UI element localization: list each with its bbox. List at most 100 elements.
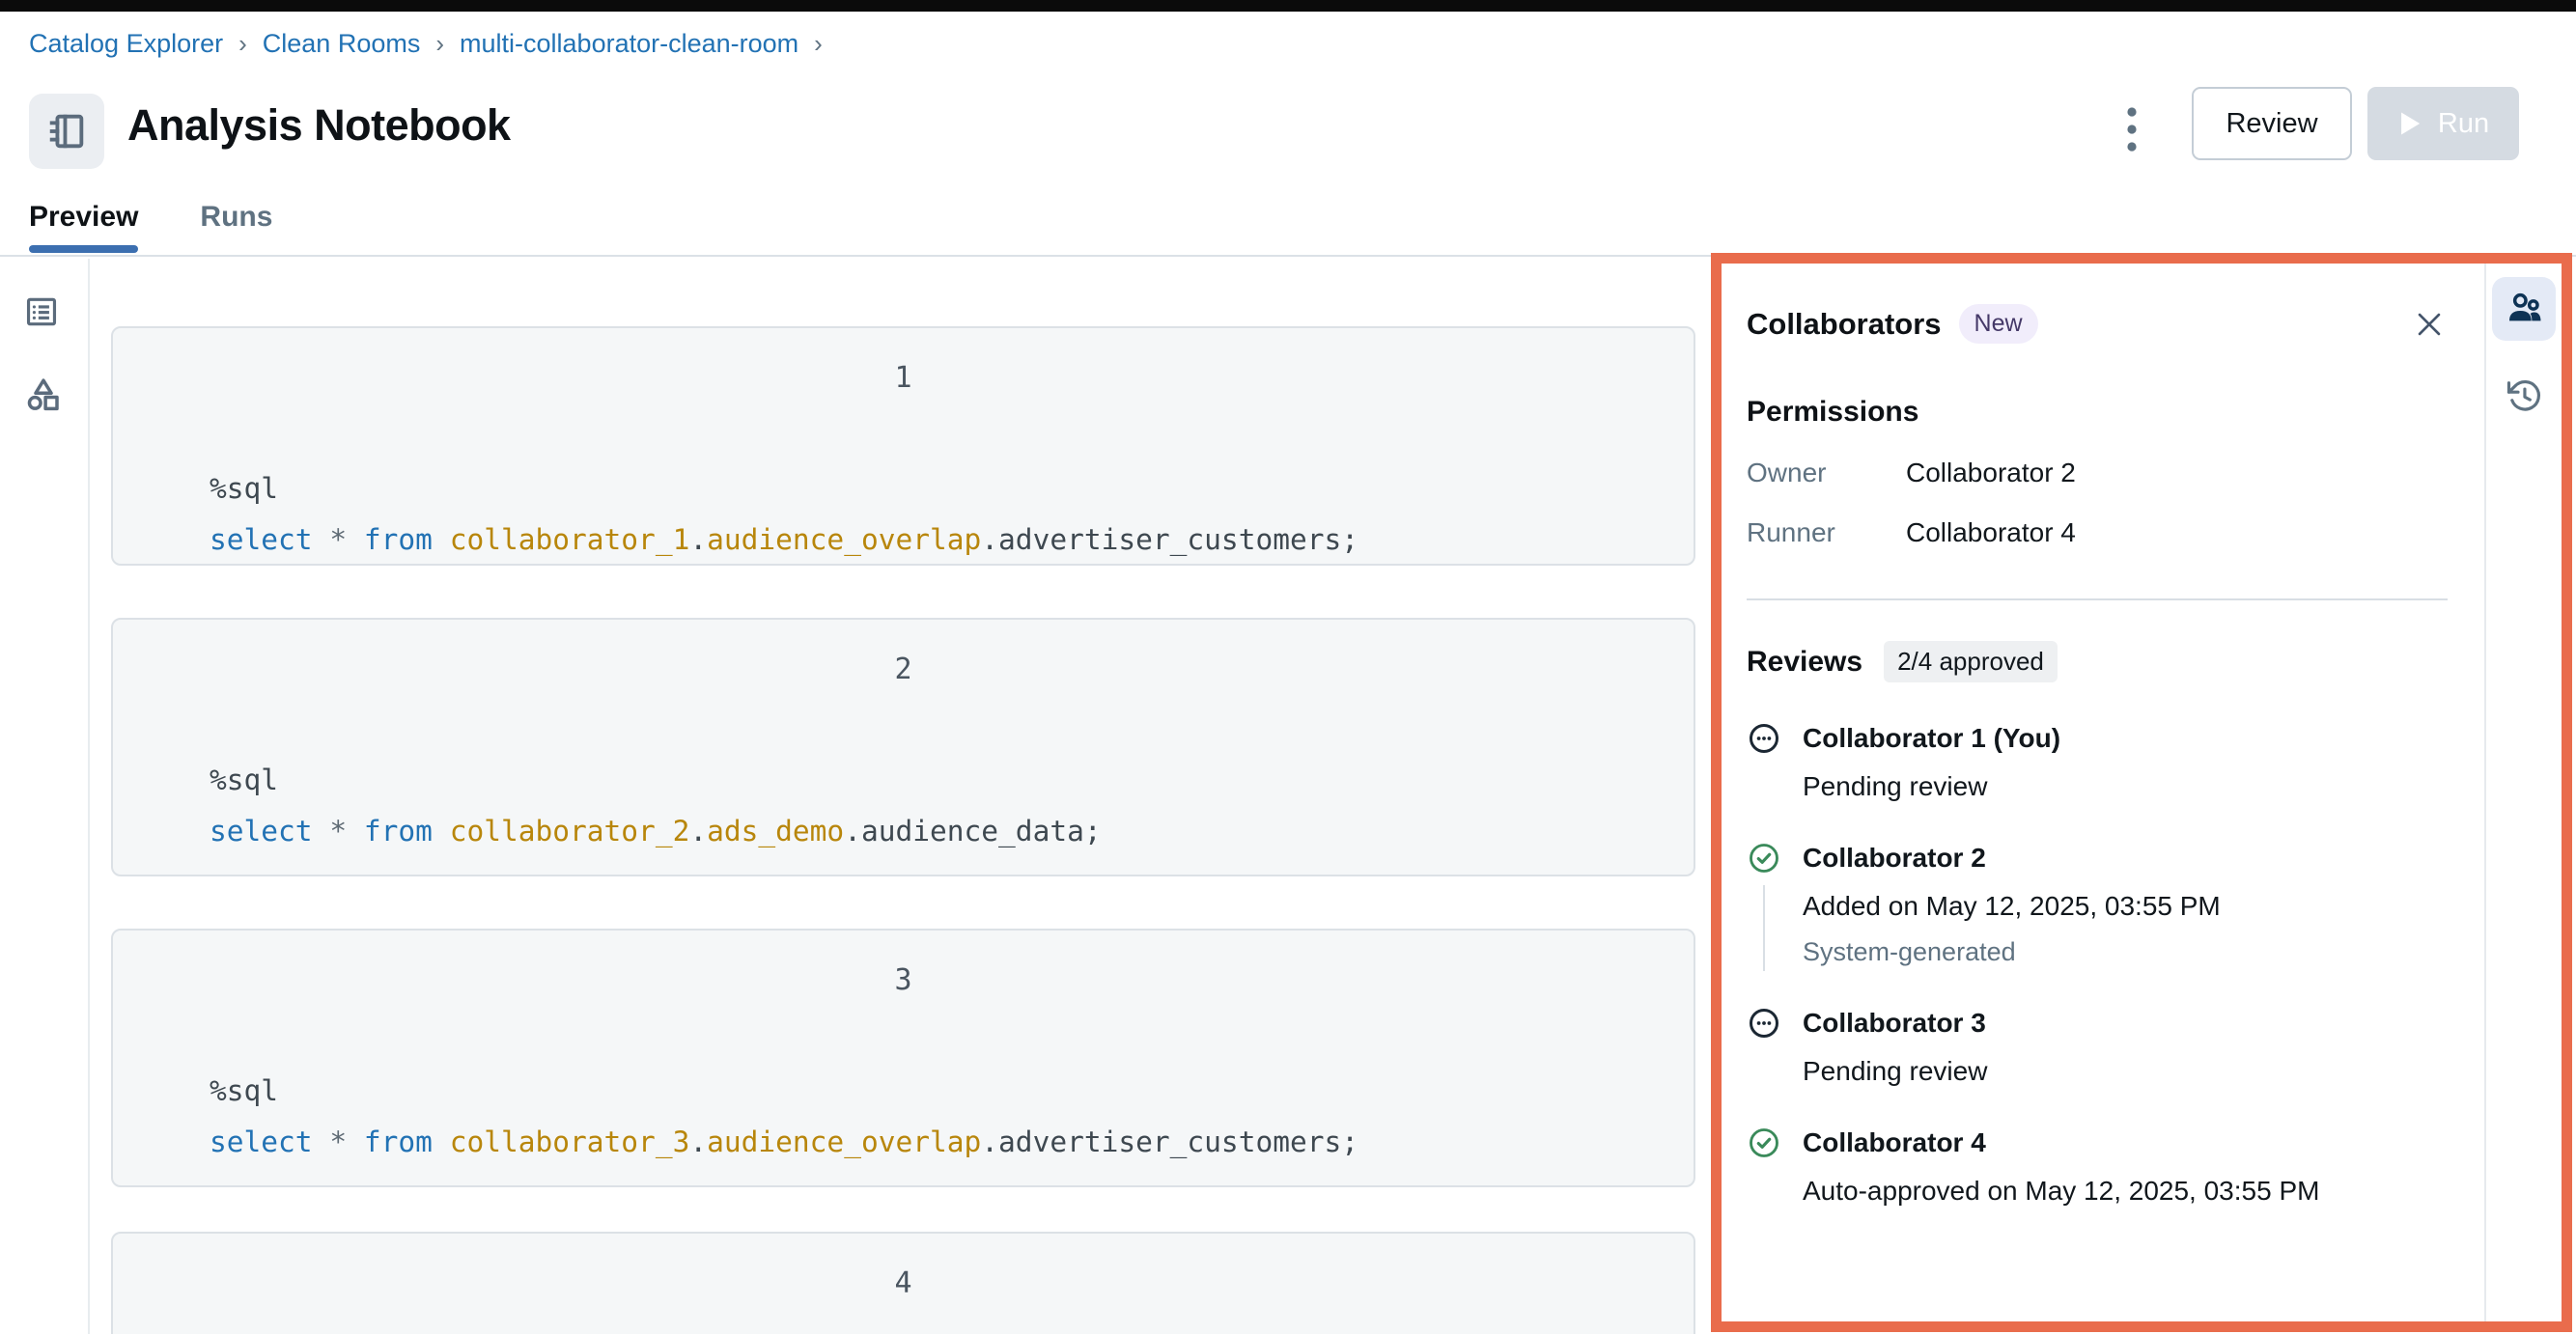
review-item: Collaborator 2 Added on May 12, 2025, 03:… xyxy=(1747,841,2448,971)
review-detail-lines: Auto-approved on May 12, 2025, 03:55 PM xyxy=(1803,1176,2448,1207)
approved-check-icon xyxy=(1747,841,1781,875)
review-detail: Pending review xyxy=(1803,1056,1988,1086)
new-badge: New xyxy=(1958,304,2038,344)
breadcrumb-link[interactable]: multi-collaborator-clean-room xyxy=(460,29,798,59)
close-panel-button[interactable] xyxy=(2411,306,2448,343)
cell-number: 3 xyxy=(894,963,912,997)
notebook-preview-screen: Catalog Explorer › Clean Rooms › multi-colla… xyxy=(0,0,2576,1334)
pending-ellipsis-icon xyxy=(1747,1006,1781,1041)
review-list: Collaborator 1 (You) Pending review Collab… xyxy=(1747,721,2448,1207)
permission-label: Owner xyxy=(1747,458,1827,487)
notebook-cell[interactable]: 4 xyxy=(111,1232,1695,1334)
collaborators-tab-button[interactable] xyxy=(2492,277,2556,341)
notebook-panel-toggle-button[interactable] xyxy=(29,94,104,169)
review-item-header: Collaborator 4 xyxy=(1747,1126,2448,1160)
review-item: Collaborator 3 Pending review xyxy=(1747,1006,2448,1087)
notebook-icon xyxy=(44,109,89,153)
code-token: * xyxy=(329,523,348,556)
code-token: audience_overlap xyxy=(707,523,982,556)
review-detail-lines: Pending review xyxy=(1803,771,2448,802)
collaborators-panel-highlight: Collaborators New Permissions Owner Colla… xyxy=(1711,253,2572,1332)
permission-value: Collaborator 4 xyxy=(1906,517,2076,547)
close-icon xyxy=(2418,313,2441,335)
code-line: %sql xyxy=(210,463,1358,514)
tab-preview[interactable]: Preview xyxy=(29,201,139,253)
review-item: Collaborator 1 (You) Pending review xyxy=(1747,721,2448,802)
reviewer-name: Collaborator 1 (You) xyxy=(1803,723,2061,753)
notebook-cell[interactable]: 3 %sql select * from collaborator_3.audien… xyxy=(111,929,1695,1187)
permission-label: Runner xyxy=(1747,517,1835,547)
review-detail: System-generated xyxy=(1803,937,2016,966)
code-token: from xyxy=(363,523,433,556)
code-token: * xyxy=(329,815,348,848)
code-token: .audience_data; xyxy=(844,815,1102,848)
history-tab-button[interactable] xyxy=(2492,370,2556,422)
permission-row: Runner Collaborator 4 xyxy=(1747,517,2448,548)
panel-divider xyxy=(1747,598,2448,600)
permissions-heading: Permissions xyxy=(1747,396,1919,428)
table-of-contents-icon[interactable] xyxy=(23,293,60,330)
shapes-widgets-icon[interactable] xyxy=(23,375,64,415)
kebab-menu-button[interactable] xyxy=(2113,98,2151,160)
collaborators-panel: Collaborators New Permissions Owner Colla… xyxy=(1722,264,2484,1321)
code-line: %sql xyxy=(210,1066,1358,1117)
cell-number: 2 xyxy=(894,653,912,686)
review-item-header: Collaborator 3 xyxy=(1747,1006,2448,1041)
review-item-header: Collaborator 2 xyxy=(1747,841,2448,875)
cell-number: 1 xyxy=(894,361,912,395)
reviewer-name: Collaborator 3 xyxy=(1803,1008,1986,1038)
review-item: Collaborator 4 Auto-approved on May 12, 2… xyxy=(1747,1126,2448,1207)
notebook-cell[interactable]: 2 %sql select * from collaborator_2.ads_de… xyxy=(111,618,1695,876)
reviews-approved-badge: 2/4 approved xyxy=(1884,641,2058,682)
cell-code: %sql select * from collaborator_1.audienc… xyxy=(210,463,1358,566)
code-token: %sql xyxy=(210,472,279,505)
code-token: . xyxy=(689,523,708,556)
code-token: . xyxy=(689,815,708,848)
breadcrumb-separator: › xyxy=(435,29,445,58)
run-button-label: Run xyxy=(2437,107,2490,139)
left-icon-rail xyxy=(0,259,90,1334)
code-token: from xyxy=(363,815,433,848)
code-token: audience_overlap xyxy=(707,1126,982,1158)
code-token: select xyxy=(210,815,313,848)
review-detail: Added on May 12, 2025, 03:55 PM xyxy=(1803,891,2221,921)
review-button[interactable]: Review xyxy=(2192,87,2352,160)
tab-runs[interactable]: Runs xyxy=(200,201,272,251)
panel-title: Collaborators xyxy=(1747,306,1942,341)
run-button[interactable]: Run xyxy=(2367,87,2519,160)
window-top-edge xyxy=(0,0,2576,12)
code-token: from xyxy=(363,1126,433,1158)
code-token: select xyxy=(210,1126,313,1158)
code-token: select xyxy=(210,523,313,556)
permission-value: Collaborator 2 xyxy=(1906,458,2076,487)
review-item-header: Collaborator 1 (You) xyxy=(1747,721,2448,756)
code-line: select * from collaborator_1.audience_ov… xyxy=(210,514,1358,566)
pending-ellipsis-icon xyxy=(1747,721,1781,756)
code-token: %sql xyxy=(210,1074,279,1107)
breadcrumb: Catalog Explorer › Clean Rooms › multi-colla… xyxy=(29,29,823,59)
review-timeline-connector xyxy=(1763,885,1765,971)
permission-row: Owner Collaborator 2 xyxy=(1747,458,2448,488)
code-token: collaborator_2 xyxy=(449,815,690,848)
code-line: %sql xyxy=(210,755,1102,806)
tab-bar: Preview Runs xyxy=(0,191,2576,257)
breadcrumb-link[interactable]: Clean Rooms xyxy=(263,29,421,59)
permissions-rows: Owner Collaborator 2 Runner Collaborator 4 xyxy=(1747,458,2448,548)
review-detail: Pending review xyxy=(1803,771,1988,801)
reviewer-name: Collaborator 2 xyxy=(1803,843,1986,873)
review-detail-lines: Pending review xyxy=(1803,1056,2448,1087)
approved-check-icon xyxy=(1747,1126,1781,1160)
page-title: Analysis Notebook xyxy=(127,100,511,150)
notebook-cell[interactable]: 1 %sql select * from collaborator_1.audien… xyxy=(111,326,1695,566)
breadcrumb-separator: › xyxy=(814,29,823,58)
collaborators-people-icon xyxy=(2509,292,2541,321)
kebab-icon xyxy=(2126,105,2138,153)
breadcrumb-link[interactable]: Catalog Explorer xyxy=(29,29,223,59)
